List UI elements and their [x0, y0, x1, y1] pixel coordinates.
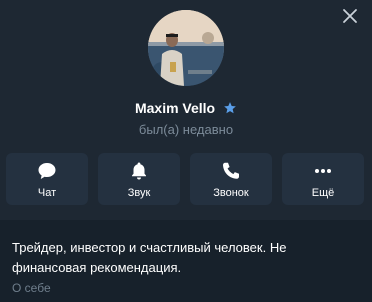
bio-text: Трейдер, инвестор и счастливый человек. … [12, 240, 287, 275]
sound-button-label: Звук [127, 187, 151, 199]
more-button-label: Ещё [311, 187, 335, 199]
profile-name-row: Maxim Vello [0, 100, 372, 116]
avatar[interactable] [148, 10, 224, 86]
sound-button[interactable]: Звук [98, 153, 180, 205]
chat-button-label: Чат [37, 187, 57, 199]
close-icon[interactable] [342, 8, 358, 24]
chat-bubble-icon [38, 163, 56, 179]
profile-name: Maxim Vello [134, 100, 216, 116]
premium-star-icon[interactable] [223, 101, 237, 115]
bio-label: О себе [12, 281, 51, 295]
about-section: Трейдер, инвестор и счастливый человек. … [0, 220, 372, 302]
chat-button[interactable]: Чат [6, 153, 88, 205]
action-buttons: Чат Звук Звонок Ещё [6, 153, 366, 205]
more-dots-icon [315, 169, 331, 173]
call-button[interactable]: Звонок [190, 153, 272, 205]
phone-icon [223, 162, 239, 179]
profile-header: Maxim Vello был(а) недавно Чат Звук Звон… [0, 0, 372, 220]
last-seen-status: был(а) недавно [138, 122, 234, 137]
avatar-photo [148, 10, 224, 86]
more-button[interactable]: Ещё [282, 153, 364, 205]
call-button-label: Звонок [213, 187, 249, 199]
bell-icon [132, 162, 146, 180]
